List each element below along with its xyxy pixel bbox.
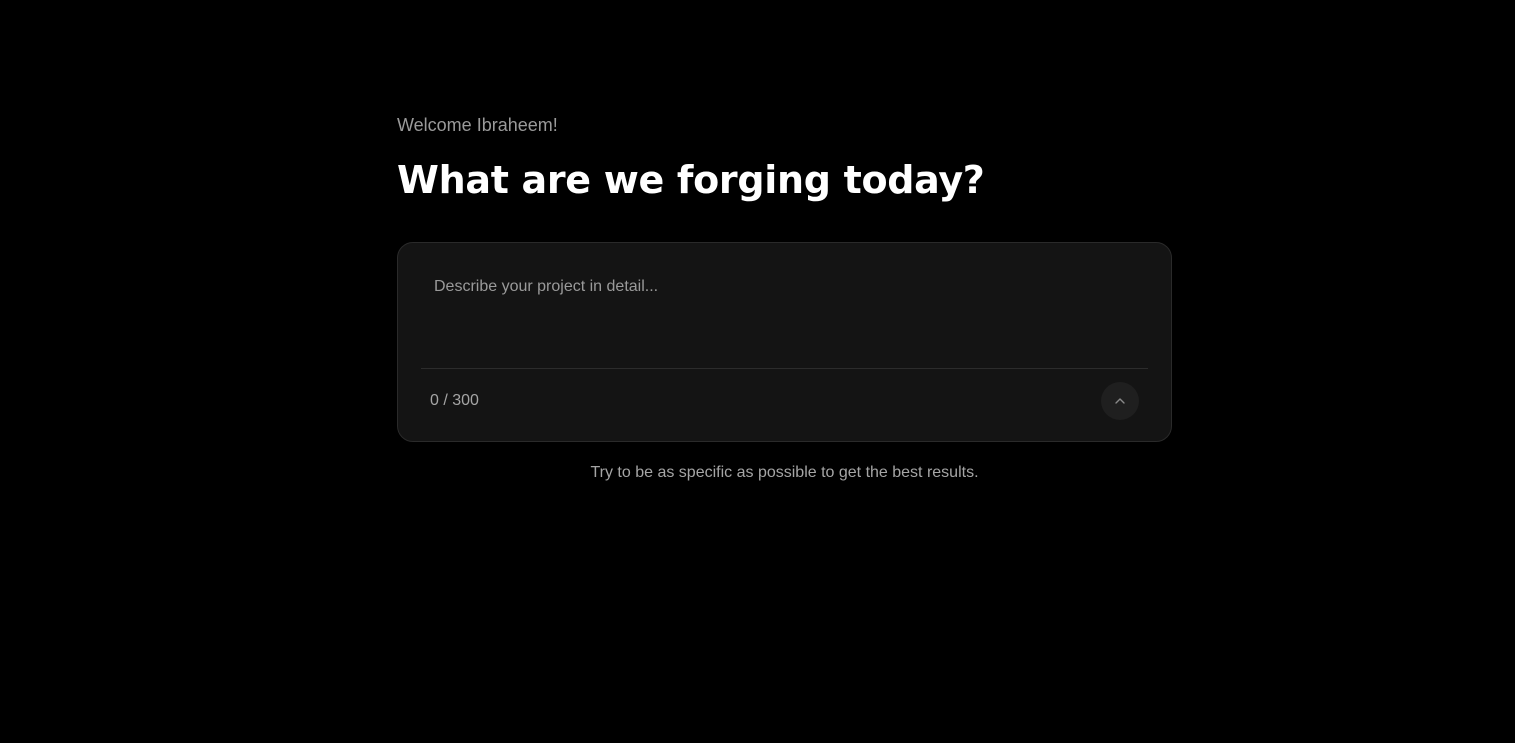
hint-text: Try to be as specific as possible to get…: [590, 464, 979, 481]
main-content: Welcome Ibraheem! What are we forging to…: [397, 112, 1174, 484]
card-divider: [421, 368, 1148, 369]
submit-button[interactable]: [1101, 382, 1139, 420]
welcome-message: Welcome Ibraheem!: [397, 115, 558, 135]
page-title: What are we forging today?: [397, 158, 985, 202]
chevron-up-icon: [1114, 397, 1126, 405]
prompt-card: 0 / 300: [397, 242, 1172, 442]
project-description-input[interactable]: [422, 267, 1150, 363]
character-counter: 0 / 300: [430, 392, 479, 409]
